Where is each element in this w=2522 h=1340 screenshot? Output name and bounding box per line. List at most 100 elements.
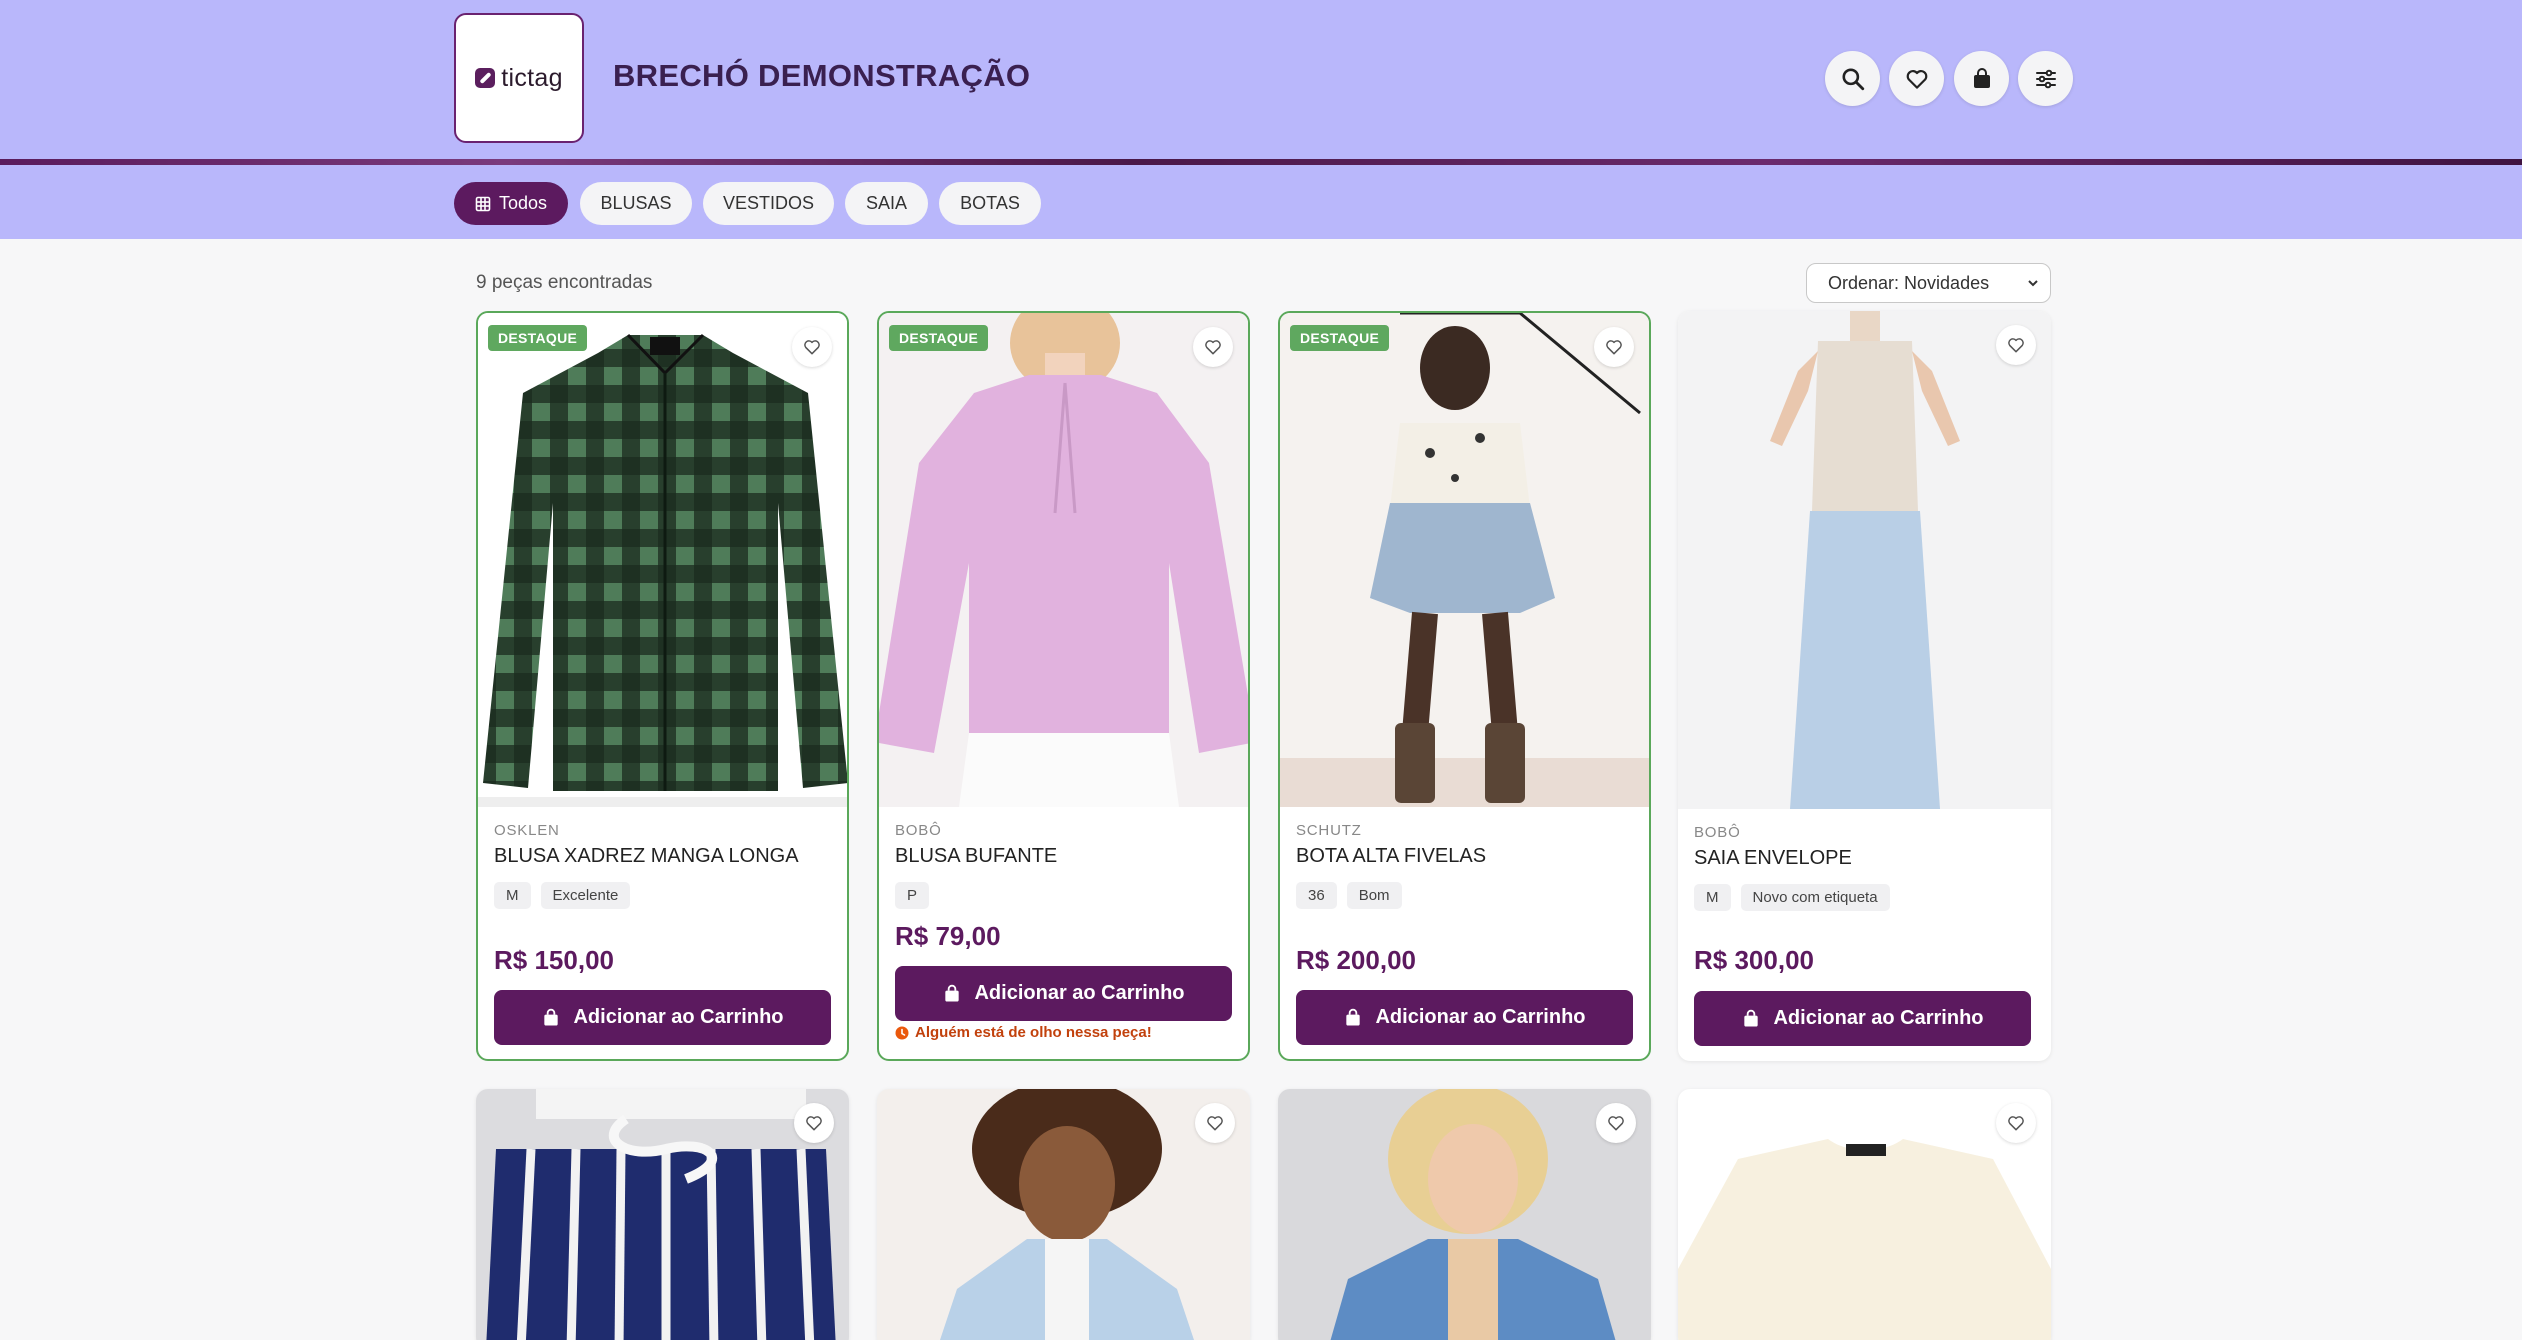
logo-text: tictag — [501, 63, 563, 92]
product-name[interactable]: SAIA ENVELOPE — [1694, 847, 1852, 870]
product-name[interactable]: BLUSA BUFANTE — [895, 845, 1057, 868]
clock-alert-icon — [895, 1026, 909, 1039]
bag-icon — [544, 1008, 559, 1025]
heart-icon — [1205, 340, 1221, 355]
add-to-cart-button[interactable]: Adicionar ao Carrinho — [1296, 990, 1633, 1045]
tictag-logo-icon — [475, 68, 496, 88]
product-brand: BOBÔ — [1694, 824, 1741, 841]
product-image[interactable]: DESTAQUE — [1280, 313, 1649, 807]
add-to-cart-label: Adicionar ao Carrinho — [573, 1006, 784, 1028]
heart-icon — [1608, 1116, 1624, 1131]
heart-icon — [1606, 340, 1622, 355]
category-label: BOTAS — [960, 193, 1020, 213]
add-to-cart-button[interactable]: Adicionar ao Carrinho — [1694, 991, 2031, 1046]
product-price: R$ 150,00 — [494, 945, 614, 975]
condition-tag: Excelente — [540, 882, 631, 909]
product-image[interactable] — [476, 1089, 849, 1340]
category-label: BLUSAS — [600, 193, 672, 213]
heart-icon — [1207, 1116, 1223, 1131]
size-tag: 36 — [1296, 882, 1337, 909]
search-icon — [1841, 67, 1864, 90]
add-to-cart-button[interactable]: Adicionar ao Carrinho — [494, 990, 831, 1045]
product-image[interactable]: DESTAQUE — [478, 313, 847, 807]
favorite-button[interactable] — [1594, 327, 1634, 367]
alert-text: Alguém está de olho nessa peça! — [915, 1024, 1152, 1041]
category-label: Todos — [498, 193, 548, 213]
add-to-cart-label: Adicionar ao Carrinho — [1773, 1007, 1984, 1029]
favorites-button[interactable] — [1889, 51, 1944, 106]
product-card[interactable]: BOBÔ SAIA ENVELOPE M Novo com etiqueta R… — [1678, 311, 2051, 1061]
category-pill-botas[interactable]: BOTAS — [939, 182, 1041, 225]
product-tags: M Excelente — [494, 882, 631, 909]
heart-icon — [2008, 338, 2024, 353]
add-to-cart-label: Adicionar ao Carrinho — [1375, 1006, 1586, 1028]
category-label: VESTIDOS — [722, 193, 815, 213]
site-header — [0, 0, 2522, 160]
heart-icon — [1906, 69, 1927, 89]
add-to-cart-button[interactable]: Adicionar ao Carrinho — [895, 966, 1232, 1021]
favorite-button[interactable] — [1996, 1103, 2036, 1143]
product-card[interactable]: DESTAQUE SCHUTZ BOTA ALTA FIVELAS 36 Bom… — [1278, 311, 1651, 1061]
store-logo[interactable]: tictag — [454, 13, 584, 143]
product-card[interactable] — [1278, 1089, 1651, 1340]
product-card[interactable] — [877, 1089, 1250, 1340]
bag-icon — [1973, 67, 1990, 88]
product-image[interactable] — [1278, 1089, 1651, 1340]
product-price: R$ 79,00 — [895, 921, 1001, 951]
product-brand: OSKLEN — [494, 822, 560, 839]
product-card[interactable] — [1678, 1089, 2051, 1340]
category-pill-saia[interactable]: SAIA — [845, 182, 928, 225]
favorite-button[interactable] — [1193, 327, 1233, 367]
featured-badge: DESTAQUE — [488, 325, 588, 351]
product-name[interactable]: BLUSA XADREZ MANGA LONGA — [494, 845, 799, 868]
size-tag: M — [494, 882, 531, 909]
product-card[interactable]: DESTAQUE OSKLEN BLUSA XADREZ MANGA LONGA… — [476, 311, 849, 1061]
category-label: SAIA — [865, 193, 908, 213]
chevron-down-icon — [2028, 280, 2038, 287]
product-image[interactable] — [1678, 311, 2051, 809]
favorite-button[interactable] — [1195, 1103, 1235, 1143]
category-pill-vestidos[interactable]: VESTIDOS — [703, 182, 834, 225]
store-title: BRECHÓ DEMONSTRAÇÃO — [613, 58, 1031, 93]
product-brand: SCHUTZ — [1296, 822, 1362, 839]
sort-select[interactable]: Ordenar: Novidades — [1806, 263, 2051, 303]
favorite-button[interactable] — [1596, 1103, 1636, 1143]
favorite-button[interactable] — [794, 1103, 834, 1143]
heart-icon — [2008, 1116, 2024, 1131]
category-bar — [0, 165, 2522, 239]
category-pill-blusas[interactable]: BLUSAS — [580, 182, 692, 225]
size-tag: M — [1694, 884, 1731, 911]
cart-button[interactable] — [1954, 51, 2009, 106]
filters-button[interactable] — [2018, 51, 2073, 106]
product-image[interactable] — [877, 1089, 1250, 1340]
product-card[interactable]: DESTAQUE BOBÔ BLUSA BUFANTE P R$ 79,00 A… — [877, 311, 1250, 1061]
product-tags: 36 Bom — [1296, 882, 1402, 909]
favorite-button[interactable] — [792, 327, 832, 367]
category-pill-todos[interactable]: Todos — [454, 182, 568, 225]
watching-alert: Alguém está de olho nessa peça! — [895, 1024, 1152, 1041]
product-price: R$ 200,00 — [1296, 945, 1416, 975]
add-to-cart-label: Adicionar ao Carrinho — [974, 982, 1185, 1004]
favorite-button[interactable] — [1996, 325, 2036, 365]
product-price: R$ 300,00 — [1694, 945, 1814, 975]
sliders-icon — [2035, 69, 2056, 88]
bag-icon — [1744, 1009, 1759, 1026]
heart-icon — [806, 1116, 822, 1131]
grid-icon — [475, 196, 491, 211]
search-button[interactable] — [1825, 51, 1880, 106]
featured-badge: DESTAQUE — [1290, 325, 1390, 351]
product-image[interactable] — [1678, 1089, 2051, 1340]
product-tags: P — [895, 882, 930, 909]
bag-icon — [945, 984, 960, 1001]
condition-tag: Bom — [1346, 882, 1402, 909]
size-tag: P — [895, 882, 930, 909]
product-image[interactable]: DESTAQUE — [879, 313, 1248, 807]
featured-badge: DESTAQUE — [889, 325, 989, 351]
bag-icon — [1346, 1008, 1361, 1025]
condition-tag: Novo com etiqueta — [1740, 884, 1890, 911]
heart-icon — [804, 340, 820, 355]
sort-value: Ordenar: Novidades — [1828, 272, 1990, 293]
product-card[interactable] — [476, 1089, 849, 1340]
results-count: 9 peças encontradas — [476, 272, 653, 293]
product-name[interactable]: BOTA ALTA FIVELAS — [1296, 845, 1486, 868]
